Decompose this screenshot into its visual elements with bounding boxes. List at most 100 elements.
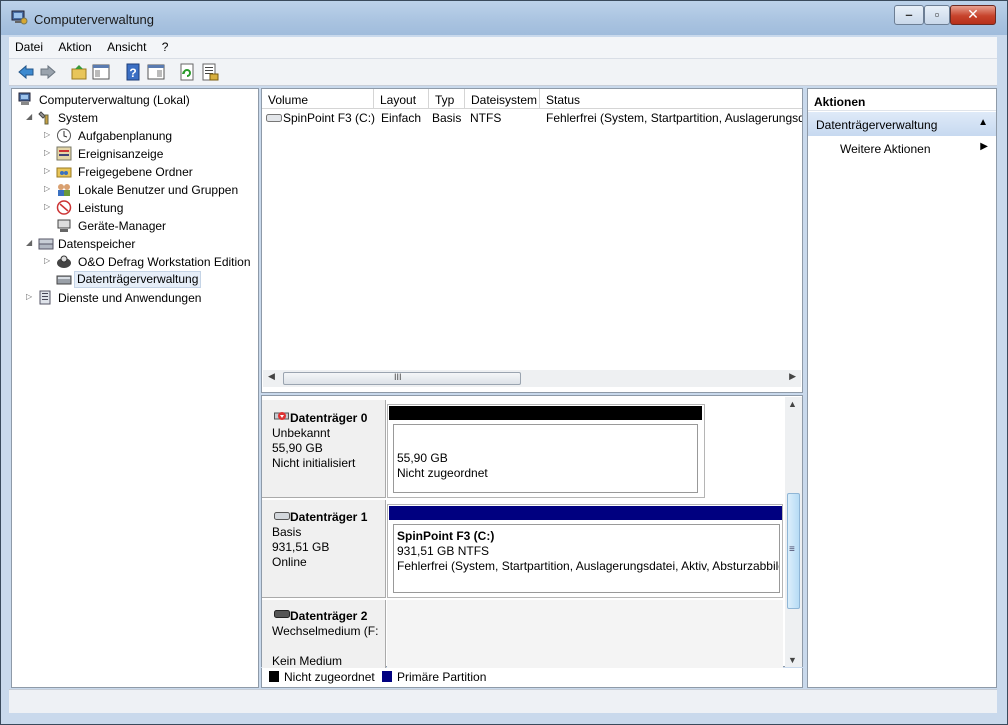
- tree-label-geraete-manager: Geräte-Manager: [78, 219, 167, 233]
- column-header-status[interactable]: Status: [540, 89, 802, 109]
- disk-1-size: 931,51 GB: [272, 540, 330, 554]
- expand-icon[interactable]: ▷: [44, 148, 52, 157]
- show-hide-tree-icon[interactable]: [92, 63, 110, 81]
- disk-1-info[interactable]: Datenträger 1 Basis 931,51 GB Online: [262, 500, 386, 598]
- back-icon[interactable]: [17, 63, 35, 81]
- disk-1-name: Datenträger 1: [290, 510, 368, 524]
- users-icon: [58, 184, 70, 196]
- tree-label-root: Computerverwaltung (Lokal): [39, 93, 190, 107]
- column-header-volume[interactable]: Volume: [262, 89, 374, 109]
- scroll-up-icon[interactable]: ▲: [788, 399, 797, 409]
- expand-icon[interactable]: ▷: [44, 202, 52, 211]
- forward-icon[interactable]: [39, 63, 57, 81]
- actions-header: Aktionen: [814, 95, 866, 109]
- storage-icon: [38, 238, 54, 250]
- disk-0-partition[interactable]: 55,90 GB Nicht zugeordnet: [387, 404, 705, 498]
- expand-icon[interactable]: ▷: [44, 256, 52, 265]
- window-title: Computerverwaltung: [34, 12, 154, 27]
- tree-label-leistung: Leistung: [78, 201, 124, 215]
- help-icon[interactable]: ?: [124, 63, 142, 81]
- column-header-typ[interactable]: Typ: [429, 89, 465, 109]
- disk-1-part-state: Fehlerfrei (System, Startpartition, Ausl…: [397, 559, 780, 573]
- disk-1-type: Basis: [272, 525, 302, 539]
- computer-management-icon: [11, 10, 28, 25]
- action-weitere-aktionen-label: Weitere Aktionen: [840, 142, 931, 156]
- up-folder-icon[interactable]: [70, 63, 88, 81]
- disk-0-state: Nicht initialisiert: [272, 456, 356, 470]
- scroll-down-icon[interactable]: ▼: [788, 655, 797, 665]
- submenu-arrow-icon: ▶: [980, 141, 988, 152]
- volume-name: SpinPoint F3 (C:): [283, 111, 375, 125]
- computer-management-icon: [18, 92, 31, 105]
- horizontal-scroll-thumb[interactable]: III: [283, 372, 521, 385]
- disk-0-part-size: 55,90 GB: [397, 451, 448, 465]
- scroll-grip: III: [394, 372, 402, 382]
- minimize-icon: –: [905, 7, 913, 22]
- export-list-icon[interactable]: [201, 63, 219, 81]
- tree-label-datenspeicher: Datenspeicher: [58, 237, 136, 251]
- action-weitere-aktionen[interactable]: Weitere Aktionen ▶: [808, 138, 996, 158]
- legend-swatch-primary: [382, 671, 392, 682]
- system-tools-icon: [38, 111, 49, 125]
- collapse-icon[interactable]: ◢: [26, 112, 34, 121]
- tree-label-freigegebene-ordner: Freigegebene Ordner: [78, 165, 193, 179]
- close-button[interactable]: ✕: [950, 5, 996, 25]
- title-bar[interactable]: Computerverwaltung – ▫ ✕: [1, 1, 1007, 35]
- column-header-dateisystem[interactable]: Dateisystem: [465, 89, 540, 109]
- disk-view-scrollbar[interactable]: ▲ ≡ ▼: [785, 397, 802, 667]
- primary-partition-bar: [389, 506, 782, 520]
- disk-management-icon: [56, 275, 72, 285]
- tree-label-aufgabenplanung: Aufgabenplanung: [78, 129, 173, 143]
- clock-icon: [57, 128, 71, 143]
- volume-type: Basis: [432, 111, 462, 125]
- shared-folder-icon: [56, 167, 72, 178]
- expand-icon[interactable]: ▷: [26, 292, 34, 301]
- actions-pane: Aktionen Datenträgerverwaltung ▲ Weitere…: [807, 88, 997, 688]
- event-viewer-icon: [56, 146, 72, 161]
- close-icon: ✕: [967, 6, 979, 22]
- tree-label-ereignisanzeige: Ereignisanzeige: [78, 147, 164, 161]
- status-bar: [9, 689, 997, 713]
- toolbar: ?: [9, 59, 997, 86]
- expand-icon[interactable]: ▷: [44, 184, 52, 193]
- volume-filesystem: NTFS: [470, 111, 502, 125]
- properties-icon[interactable]: [147, 63, 165, 81]
- disk-2-type: Wechselmedium (F:: [272, 624, 379, 638]
- actions-section-datentraegerverwaltung[interactable]: Datenträgerverwaltung ▲: [808, 112, 996, 136]
- column-header-layout[interactable]: Layout: [374, 89, 429, 109]
- disk-1-part-size: 931,51 GB NTFS: [397, 544, 490, 558]
- menu-help[interactable]: ?: [156, 37, 175, 54]
- horizontal-scrollbar[interactable]: ◀ III ▶: [263, 370, 801, 387]
- navigation-tree: Computerverwaltung (Lokal) ◢ System ▷ Au…: [11, 88, 259, 688]
- minimize-button[interactable]: –: [894, 5, 924, 25]
- vertical-scroll-thumb[interactable]: ≡: [787, 493, 800, 609]
- defrag-icon: [57, 255, 71, 268]
- disk-1-partition-c[interactable]: SpinPoint F3 (C:) 931,51 GB NTFS Fehlerf…: [387, 504, 783, 598]
- menu-ansicht[interactable]: Ansicht: [101, 37, 152, 54]
- collapse-up-icon[interactable]: ▲: [978, 117, 988, 128]
- disk-graphical-view: Datenträger 0 Unbekannt 55,90 GB Nicht i…: [261, 395, 803, 672]
- scroll-right-icon[interactable]: ▶: [789, 371, 796, 382]
- tree-label-datentraegerverwaltung: Datenträgerverwaltung: [74, 271, 202, 288]
- table-row[interactable]: SpinPoint F3 (C:) Einfach Basis NTFS Feh…: [262, 109, 802, 127]
- refresh-icon[interactable]: [178, 63, 196, 81]
- menu-datei[interactable]: Datei: [9, 37, 49, 54]
- disk-0-info[interactable]: Datenträger 0 Unbekannt 55,90 GB Nicht i…: [262, 400, 386, 498]
- collapse-icon[interactable]: ◢: [26, 238, 34, 247]
- disk-1-state: Online: [272, 555, 307, 569]
- menu-aktion[interactable]: Aktion: [52, 37, 97, 54]
- device-manager-icon: [57, 219, 71, 232]
- tree-label-lokale-benutzer: Lokale Benutzer und Gruppen: [78, 183, 239, 197]
- volume-status: Fehlerfrei (System, Startpartition, Ausl…: [546, 111, 802, 125]
- disk-0-type: Unbekannt: [272, 426, 331, 440]
- scroll-left-icon[interactable]: ◀: [268, 371, 275, 382]
- actions-section-label: Datenträgerverwaltung: [816, 118, 938, 132]
- expand-icon[interactable]: ▷: [44, 130, 52, 139]
- disk-1-part-name: SpinPoint F3 (C:): [397, 529, 495, 543]
- expand-icon[interactable]: ▷: [44, 166, 52, 175]
- disk-unknown-icon: [274, 412, 289, 420]
- disk-0-size: 55,90 GB: [272, 441, 323, 455]
- tree-label-system: System: [58, 111, 99, 125]
- maximize-button[interactable]: ▫: [924, 5, 950, 25]
- disk-2-info[interactable]: Datenträger 2 Wechselmedium (F: Kein Med…: [262, 600, 386, 672]
